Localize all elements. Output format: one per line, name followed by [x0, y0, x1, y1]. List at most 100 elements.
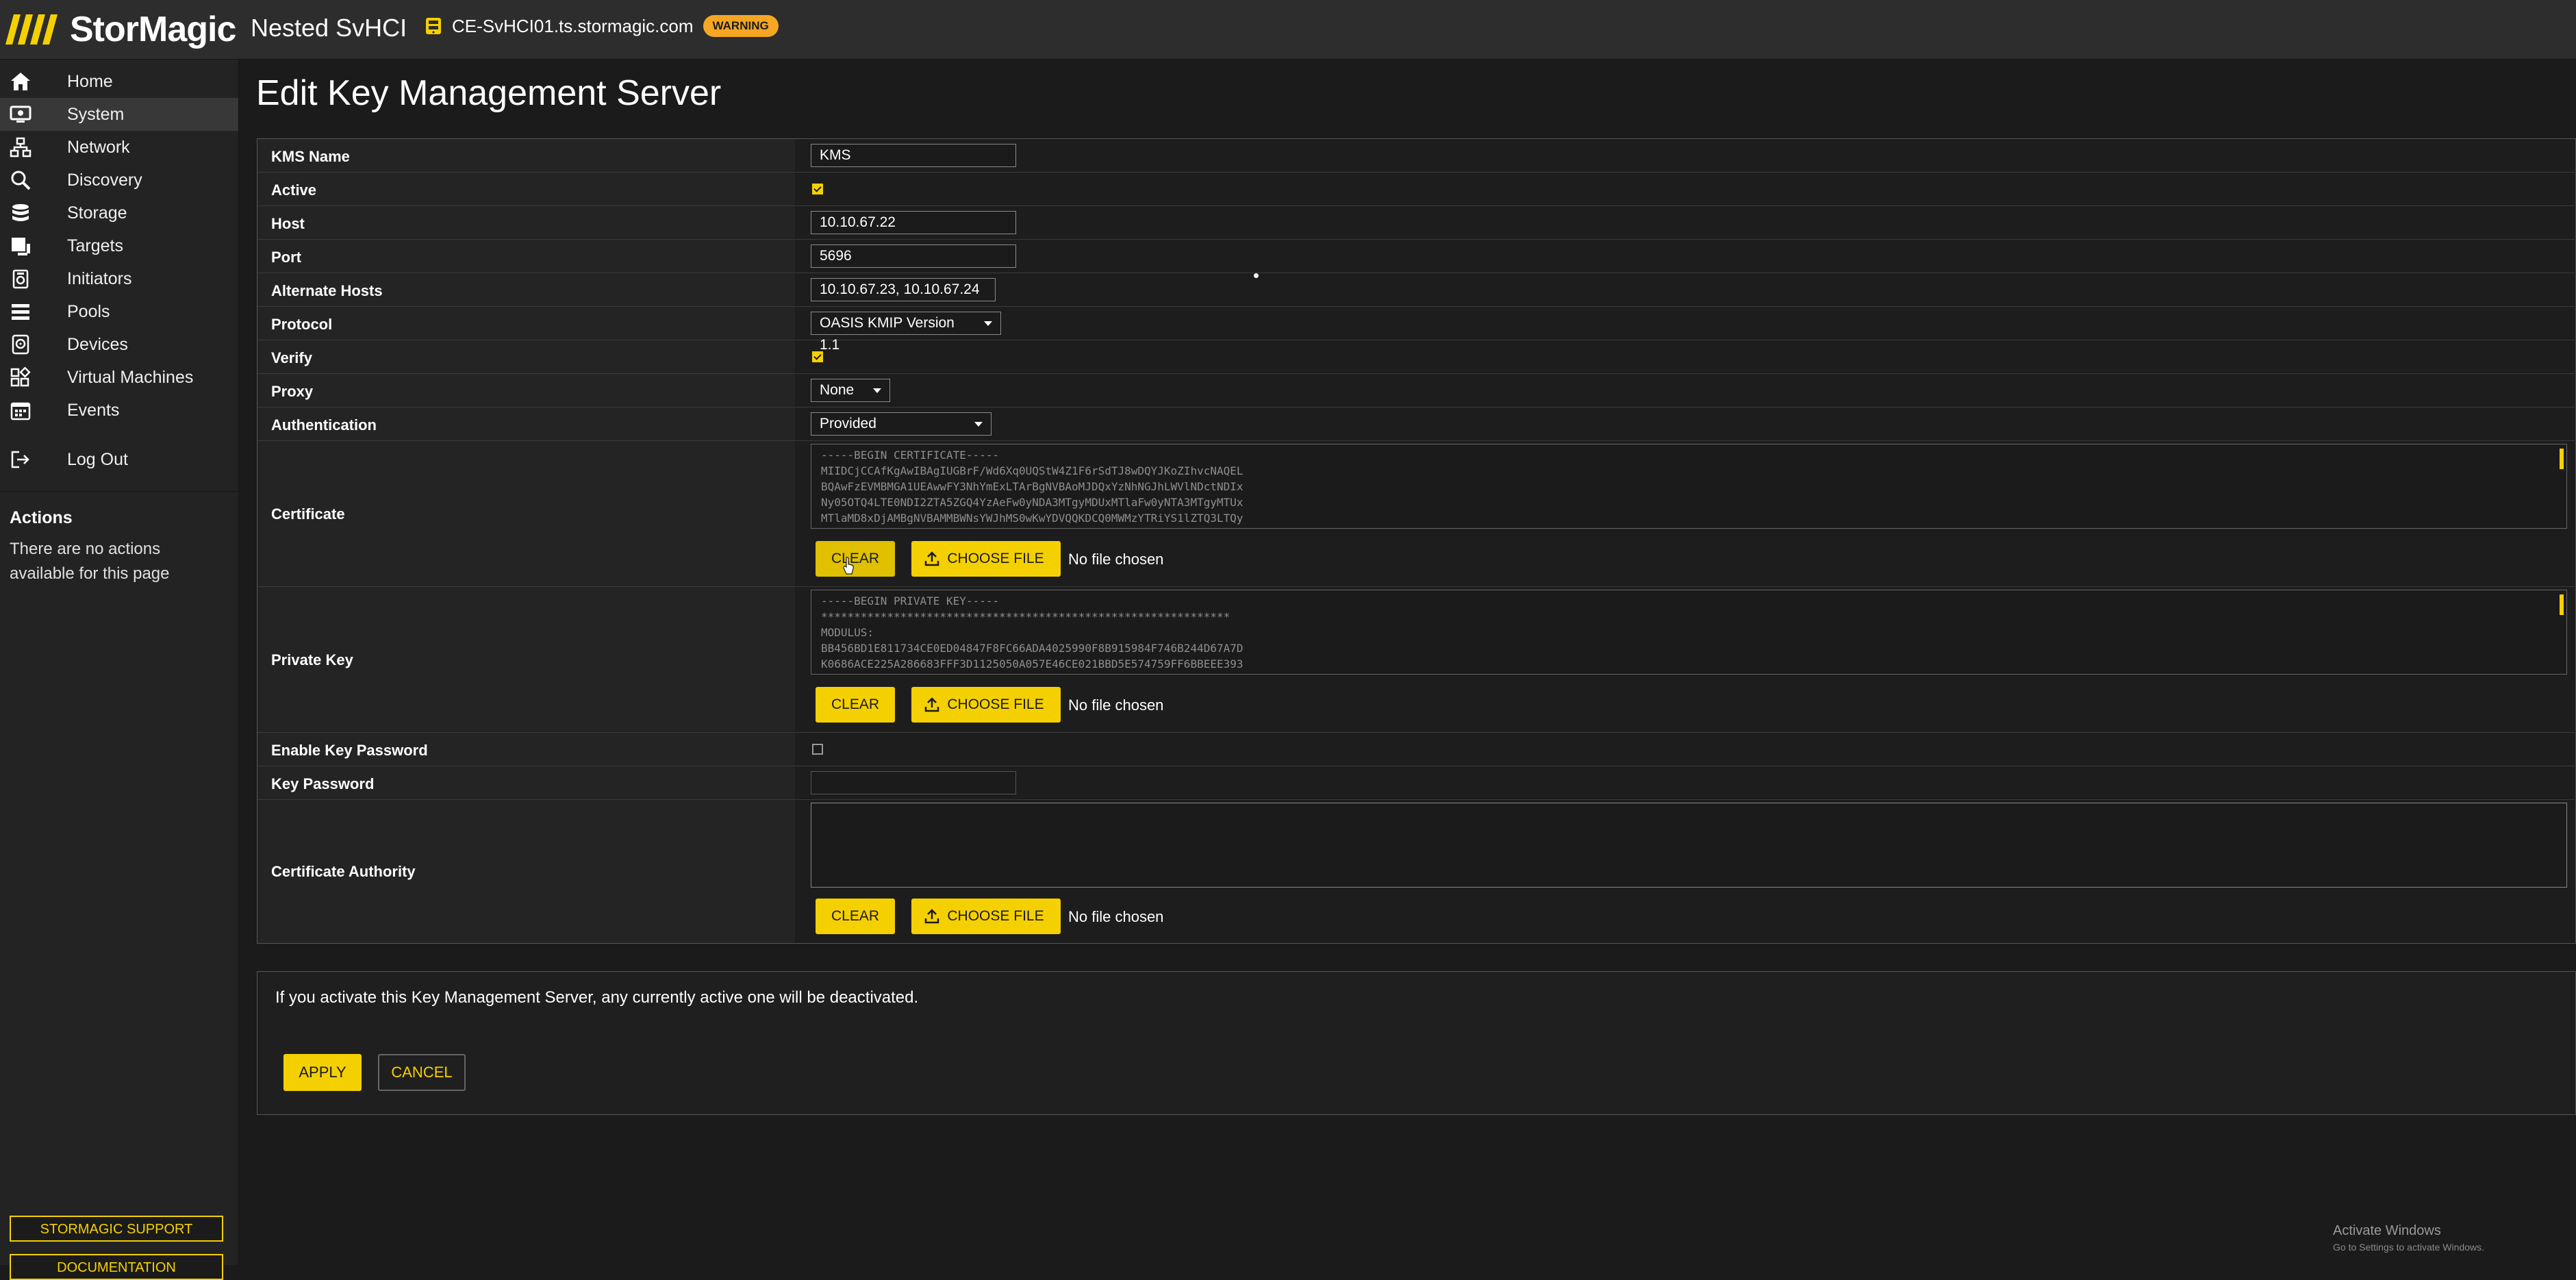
row-protocol: Protocol OASIS KMIP Version 1.1: [257, 307, 2576, 353]
certificate-line: BQAwFzEVMBMGA1UEAwwFY3NhYmExLTArBgNVBAoM…: [821, 480, 1243, 493]
top-bar: StorMagic Nested SvHCI CE-SvHCI01.ts.sto…: [0, 0, 2576, 60]
row-certificate: Certificate -----BEGIN CERTIFICATE----- M…: [257, 441, 2576, 587]
certificate-choose-file-button[interactable]: CHOOSE FILE: [911, 541, 1061, 577]
proxy-select[interactable]: None: [811, 379, 890, 402]
private-key-textarea[interactable]: -----BEGIN PRIVATE KEY----- *************…: [811, 590, 2567, 675]
sidebar: Home System Network Discovery Storage Ta…: [0, 60, 239, 1280]
logout-icon: [11, 451, 29, 468]
activation-info-panel: If you activate this Key Management Serv…: [257, 971, 2576, 1115]
host-indicator[interactable]: CE-SvHCI01.ts.stormagic.com WARNING: [423, 15, 779, 37]
server-icon: [426, 18, 441, 34]
certificate-clear-button[interactable]: CLEAR: [816, 541, 895, 577]
sidebar-item-label: System: [67, 105, 125, 124]
certificate-authority-no-file-text: No file chosen: [1068, 908, 1164, 925]
alternate-hosts-label: Alternate Hosts: [271, 282, 383, 299]
authentication-select[interactable]: Provided: [811, 412, 992, 436]
sidebar-item-virtual-machines[interactable]: Virtual Machines: [0, 361, 238, 394]
network-icon: [10, 137, 31, 158]
sidebar-item-system[interactable]: System: [0, 98, 238, 131]
sidebar-divider: [0, 491, 238, 492]
hand-cursor-icon: [843, 557, 854, 575]
app-title: Nested SvHCI: [251, 14, 407, 42]
port-input[interactable]: 5696: [811, 244, 1016, 268]
sidebar-item-label: Discovery: [67, 171, 142, 190]
sidebar-item-label: Home: [67, 72, 113, 91]
certificate-authority-label: Certificate Authority: [271, 863, 416, 880]
sidebar-item-label: Targets: [67, 236, 123, 255]
verify-label: Verify: [271, 349, 312, 366]
certificate-text: -----BEGIN CERTIFICATE----- MIIDCjCCAfKgA…: [821, 447, 1243, 526]
page-title: Edit Key Management Server: [256, 73, 722, 113]
required-indicator: [1254, 273, 1259, 278]
active-checkbox[interactable]: [812, 184, 823, 194]
kms-form: KMS Name KMS Active Host 10.10.67.22 Por…: [257, 138, 2576, 944]
row-authentication: Authentication Provided: [257, 407, 2576, 441]
windows-activation-watermark: Activate Windows: [2333, 1223, 2441, 1238]
host-label: Host: [271, 215, 305, 232]
verify-checkbox[interactable]: [812, 351, 823, 362]
certificate-textarea[interactable]: -----BEGIN CERTIFICATE----- MIIDCjCCAfKgA…: [811, 444, 2567, 529]
stormagic-logo[interactable]: StorMagic: [5, 5, 236, 53]
certificate-no-file-text: No file chosen: [1068, 551, 1164, 568]
sidebar-item-devices[interactable]: Devices: [0, 328, 238, 361]
devices-icon: [12, 334, 29, 355]
sidebar-item-events[interactable]: Events: [0, 394, 238, 427]
kms-name-input[interactable]: KMS: [811, 144, 1016, 167]
certificate-authority-textarea[interactable]: [811, 803, 2567, 888]
sidebar-item-home[interactable]: Home: [0, 65, 238, 98]
private-key-scrollbar[interactable]: [2560, 594, 2564, 615]
logo-text: StorMagic: [70, 10, 236, 49]
protocol-select[interactable]: OASIS KMIP Version 1.1: [811, 312, 1001, 353]
sidebar-item-label: Network: [67, 138, 130, 157]
authentication-label: Authentication: [271, 416, 377, 434]
sidebar-item-label: Pools: [67, 302, 110, 321]
certificate-authority-choose-file-button[interactable]: CHOOSE FILE: [911, 899, 1061, 934]
sidebar-item-label: Log Out: [67, 450, 128, 469]
home-icon: [11, 73, 30, 90]
certificate-label: Certificate: [271, 505, 345, 523]
certificate-line: -----BEGIN CERTIFICATE-----: [821, 449, 1000, 462]
pools-icon: [12, 304, 29, 320]
sidebar-item-label: Initiators: [67, 269, 132, 288]
upload-icon: [924, 551, 939, 566]
certificate-scrollbar[interactable]: [2560, 449, 2564, 469]
windows-activation-subtext: Go to Settings to activate Windows.: [2333, 1242, 2484, 1253]
certificate-authority-clear-button[interactable]: CLEAR: [816, 899, 895, 934]
status-badge: WARNING: [703, 15, 779, 37]
alternate-hosts-input[interactable]: 10.10.67.23, 10.10.67.24: [811, 278, 996, 301]
sidebar-item-targets[interactable]: Targets: [0, 229, 238, 262]
sidebar-item-initiators[interactable]: Initiators: [0, 262, 238, 295]
sidebar-item-network[interactable]: Network: [0, 131, 238, 164]
upload-icon: [924, 697, 939, 712]
cancel-button[interactable]: CANCEL: [378, 1054, 466, 1091]
sidebar-item-discovery[interactable]: Discovery: [0, 164, 238, 197]
row-enable-key-password: Enable Key Password: [257, 733, 2576, 766]
actions-title: Actions: [10, 508, 73, 527]
private-key-clear-button[interactable]: CLEAR: [816, 687, 895, 723]
host-input[interactable]: 10.10.67.22: [811, 211, 1016, 234]
row-host: Host 10.10.67.22: [257, 206, 2576, 240]
sidebar-item-storage[interactable]: Storage: [0, 197, 238, 229]
private-key-line: MODULUS:: [821, 626, 874, 639]
private-key-line: -----BEGIN PRIVATE KEY-----: [821, 594, 1000, 607]
targets-icon: [12, 238, 30, 255]
apply-button[interactable]: APPLY: [283, 1054, 362, 1091]
row-active: Active: [257, 173, 2576, 206]
sidebar-item-pools[interactable]: Pools: [0, 295, 238, 328]
private-key-label: Private Key: [271, 651, 353, 668]
choose-file-label: CHOOSE FILE: [947, 908, 1044, 924]
enable-key-password-checkbox[interactable]: [812, 744, 823, 755]
private-key-choose-file-button[interactable]: CHOOSE FILE: [911, 687, 1061, 723]
row-verify: Verify: [257, 340, 2576, 374]
row-port: Port 5696: [257, 240, 2576, 273]
documentation-button[interactable]: DOCUMENTATION: [10, 1254, 223, 1280]
sidebar-item-logout[interactable]: Log Out: [0, 443, 238, 476]
initiators-icon: [12, 269, 29, 289]
active-label: Active: [271, 181, 317, 199]
host-name: CE-SvHCI01.ts.stormagic.com: [452, 15, 694, 36]
sidebar-item-label: Storage: [67, 203, 127, 223]
key-password-input[interactable]: [811, 771, 1016, 794]
certificate-line: MIIDCjCCAfKgAwIBAgIUGBrF/Wd6Xq0UQStW4Z1F…: [821, 464, 1243, 477]
stormagic-support-button[interactable]: STORMAGIC SUPPORT: [10, 1216, 223, 1242]
system-icon: [10, 105, 31, 123]
